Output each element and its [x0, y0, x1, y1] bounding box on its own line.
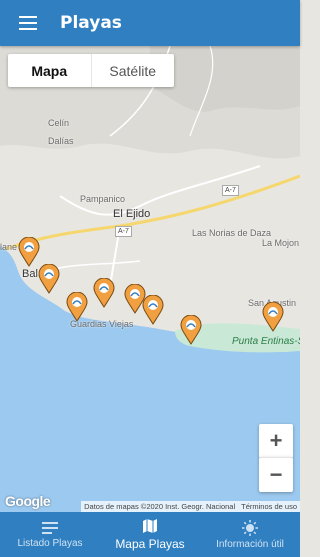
map-label-balanegra: lane: [0, 242, 18, 252]
bottom-navigation: Listado Playas Mapa Playas Información ú…: [0, 512, 300, 557]
beach-pin[interactable]: [66, 292, 88, 322]
nav-label: Listado Playas: [17, 537, 83, 549]
terms-link[interactable]: Términos de uso: [241, 502, 297, 511]
map-type-satelite-button[interactable]: Satélite: [92, 54, 175, 87]
zoom-in-button[interactable]: +: [259, 424, 293, 458]
map-label-pampanico: Pampanico: [80, 194, 126, 204]
nav-label: Información útil: [216, 538, 284, 550]
attribution-data: Datos de mapas ©2020 Inst. Geogr. Nacion…: [84, 502, 236, 511]
app-bar: Playas: [0, 0, 300, 46]
map-view[interactable]: Celín Dalías Pampanico El Ejido Las Nori…: [0, 46, 300, 512]
map-type-toggle: Mapa Satélite: [8, 54, 174, 87]
map-icon: [143, 519, 157, 533]
map-attribution: Datos de mapas ©2020 Inst. Geogr. Nacion…: [81, 501, 300, 512]
beach-pin[interactable]: [180, 315, 202, 345]
map-type-mapa-button[interactable]: Mapa: [8, 54, 92, 87]
nav-listado-playas[interactable]: Listado Playas: [0, 512, 100, 557]
zoom-out-button[interactable]: −: [259, 457, 293, 492]
road-shield-a7: A-7: [222, 185, 239, 196]
beach-pin[interactable]: [38, 264, 60, 294]
sun-icon: [242, 519, 258, 536]
beach-pin[interactable]: [142, 295, 164, 325]
map-label-balerma: Bal: [22, 268, 38, 280]
map-label-la-mojonera: La Mojon: [262, 238, 300, 248]
google-logo: Google: [5, 493, 51, 509]
nav-label: Mapa Playas: [115, 537, 185, 551]
list-icon: [42, 521, 58, 534]
map-label-punta-entinas: Punta Entinas-Sabi: [232, 336, 300, 347]
map-label-celin: Celín: [48, 118, 70, 128]
nav-mapa-playas[interactable]: Mapa Playas: [100, 512, 200, 557]
beach-pin[interactable]: [93, 278, 115, 308]
map-label-el-ejido: El Ejido: [113, 208, 151, 220]
map-label-las-norias: Las Norias de Daza: [192, 228, 272, 238]
beach-pin[interactable]: [18, 237, 40, 267]
nav-informacion-util[interactable]: Información útil: [200, 512, 300, 557]
beach-pin[interactable]: [262, 302, 284, 332]
menu-icon[interactable]: [14, 9, 42, 37]
page-title: Playas: [60, 13, 122, 33]
road-shield-a7: A-7: [115, 226, 132, 237]
map-label-dalias: Dalías: [48, 136, 74, 146]
